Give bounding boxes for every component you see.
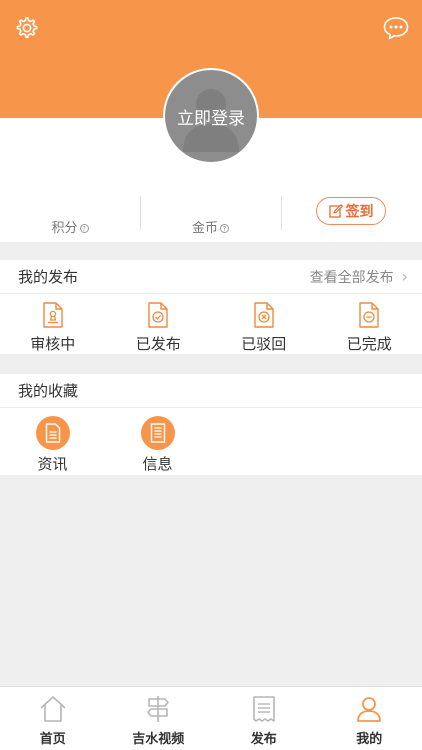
chat-bubble-icon[interactable] — [382, 14, 410, 42]
help-icon: ? — [79, 224, 89, 233]
completed-doc-icon — [359, 302, 379, 328]
avatar[interactable]: 立即登录 — [163, 68, 259, 164]
completed-posts[interactable]: 已完成 — [317, 294, 422, 354]
rejected-posts[interactable]: 已驳回 — [211, 294, 317, 354]
view-all-label: 查看全部发布 — [309, 269, 394, 286]
completed-label: 已完成 — [346, 335, 392, 353]
chevron-right-icon: › — [401, 267, 408, 286]
login-button-label: 立即登录 — [177, 108, 245, 129]
reviewing-doc-icon — [43, 302, 63, 328]
edit-icon — [328, 204, 343, 218]
coins-label: 金币 — [191, 221, 218, 236]
reviewing-label: 审核中 — [30, 335, 76, 353]
favorites-row: 资讯 信息 — [0, 408, 422, 475]
receipt-icon — [252, 696, 275, 722]
tab-video-label: 吉水视频 — [132, 732, 185, 747]
rejected-doc-icon — [254, 302, 274, 328]
published-label: 已发布 — [135, 335, 181, 353]
news-doc-icon — [35, 416, 70, 450]
tab-home[interactable]: 首页 — [0, 687, 106, 750]
tab-mine-label: 我的 — [356, 732, 383, 747]
view-all-posts-link[interactable]: 查看全部发布 › — [310, 267, 408, 287]
divider — [281, 196, 282, 230]
reviewing-posts[interactable]: 审核中 — [0, 294, 106, 354]
my-posts-header: 我的发布 查看全部发布 › — [0, 260, 422, 294]
bottom-tab-bar: 首页 吉水视频 发布 我的 — [0, 686, 422, 750]
news-label: 资讯 — [37, 455, 68, 473]
checkin-button[interactable]: 签到 — [316, 197, 386, 225]
my-posts-title: 我的发布 — [18, 268, 79, 286]
tab-publish[interactable]: 发布 — [211, 687, 317, 750]
favorites-title: 我的收藏 — [18, 382, 79, 400]
help-icon: ? — [220, 224, 229, 233]
gear-icon[interactable] — [12, 14, 40, 42]
points-stat[interactable]: 积分 ? — [0, 196, 140, 240]
tab-video[interactable]: 吉水视频 — [106, 687, 212, 750]
published-posts[interactable]: 已发布 — [106, 294, 212, 354]
signpost-icon — [147, 696, 170, 722]
info-doc-icon — [140, 416, 175, 450]
user-icon — [357, 697, 382, 722]
tab-publish-label: 发布 — [250, 732, 277, 747]
home-icon — [40, 696, 66, 722]
my-posts-section: 我的发布 查看全部发布 › 审核中 已发布 已驳回 已完成 — [0, 260, 422, 354]
favorite-info[interactable]: 信息 — [105, 408, 210, 475]
published-doc-icon — [148, 302, 168, 328]
tab-home-label: 首页 — [39, 732, 66, 747]
points-label: 积分 — [51, 221, 78, 236]
favorites-header: 我的收藏 — [0, 374, 422, 408]
checkin-label: 签到 — [345, 204, 374, 220]
my-posts-row: 审核中 已发布 已驳回 已完成 — [0, 294, 422, 354]
info-label: 信息 — [142, 455, 173, 473]
rejected-label: 已驳回 — [241, 335, 287, 353]
favorite-news[interactable]: 资讯 — [0, 408, 105, 475]
coins-stat[interactable]: 金币 ? — [140, 196, 281, 240]
favorites-section: 我的收藏 资讯 信息 — [0, 374, 422, 475]
tab-mine[interactable]: 我的 — [317, 687, 422, 750]
